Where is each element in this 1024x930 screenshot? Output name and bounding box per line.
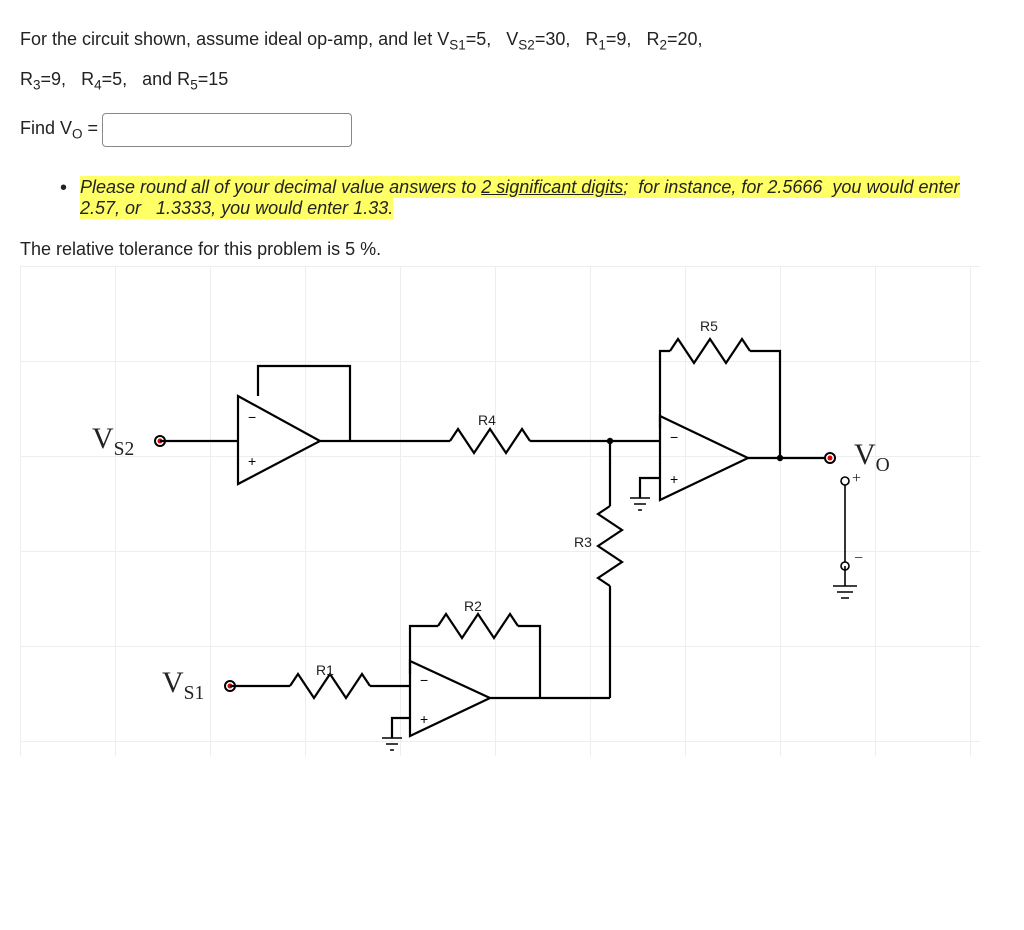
svg-text:−: − — [420, 672, 428, 688]
val: =20, — [667, 29, 703, 49]
label-vs2: VS2 — [92, 422, 134, 461]
sub: 5 — [190, 78, 198, 93]
circuit-diagram: − + − + — [20, 266, 980, 756]
vo-plus: + — [852, 470, 861, 488]
val: =30, — [535, 29, 571, 49]
text: 2 significant digits — [481, 177, 623, 197]
rounding-note: Please round all of your decimal value a… — [80, 177, 1004, 219]
sub: 3 — [33, 78, 41, 93]
text: and R — [132, 69, 190, 89]
label-r1: R1 — [316, 662, 334, 678]
note-highlight: Please round all of your decimal value a… — [80, 176, 960, 219]
problem-statement: For the circuit shown, assume ideal op-a… — [20, 20, 1004, 101]
sub: O — [72, 126, 83, 141]
label-r3: R3 — [574, 534, 592, 550]
val: =15 — [198, 69, 229, 89]
text: R — [636, 29, 659, 49]
svg-text:+: + — [670, 471, 678, 487]
find-label: Find VO = — [20, 118, 98, 142]
text: R — [20, 69, 33, 89]
text: R — [575, 29, 598, 49]
svg-text:−: − — [248, 409, 256, 425]
val: =9, — [41, 69, 67, 89]
sub: 1 — [598, 38, 606, 53]
vo-minus: − — [854, 550, 863, 568]
sub: 2 — [659, 38, 667, 53]
label-r4: R4 — [478, 412, 496, 428]
sub: S1 — [449, 38, 466, 53]
text: R — [71, 69, 94, 89]
label-vs1: VS1 — [162, 666, 204, 705]
svg-text:+: + — [420, 711, 428, 727]
svg-text:−: − — [670, 429, 678, 445]
label-r5: R5 — [700, 318, 718, 334]
eq: = — [83, 118, 99, 138]
find-row: Find VO = — [20, 113, 1004, 147]
val: =5, — [102, 69, 128, 89]
text: Please round all of your decimal value a… — [80, 177, 481, 197]
tolerance-text: The relative tolerance for this problem … — [20, 239, 1004, 260]
label-r2: R2 — [464, 598, 482, 614]
text: Find V — [20, 118, 72, 138]
val: =5, — [466, 29, 492, 49]
sub: 4 — [94, 78, 102, 93]
svg-text:+: + — [248, 453, 256, 469]
val: =9, — [606, 29, 632, 49]
text: For the circuit shown, assume ideal op-a… — [20, 29, 449, 49]
text: V — [496, 29, 518, 49]
sub: S2 — [518, 38, 535, 53]
answer-input[interactable] — [102, 113, 352, 147]
